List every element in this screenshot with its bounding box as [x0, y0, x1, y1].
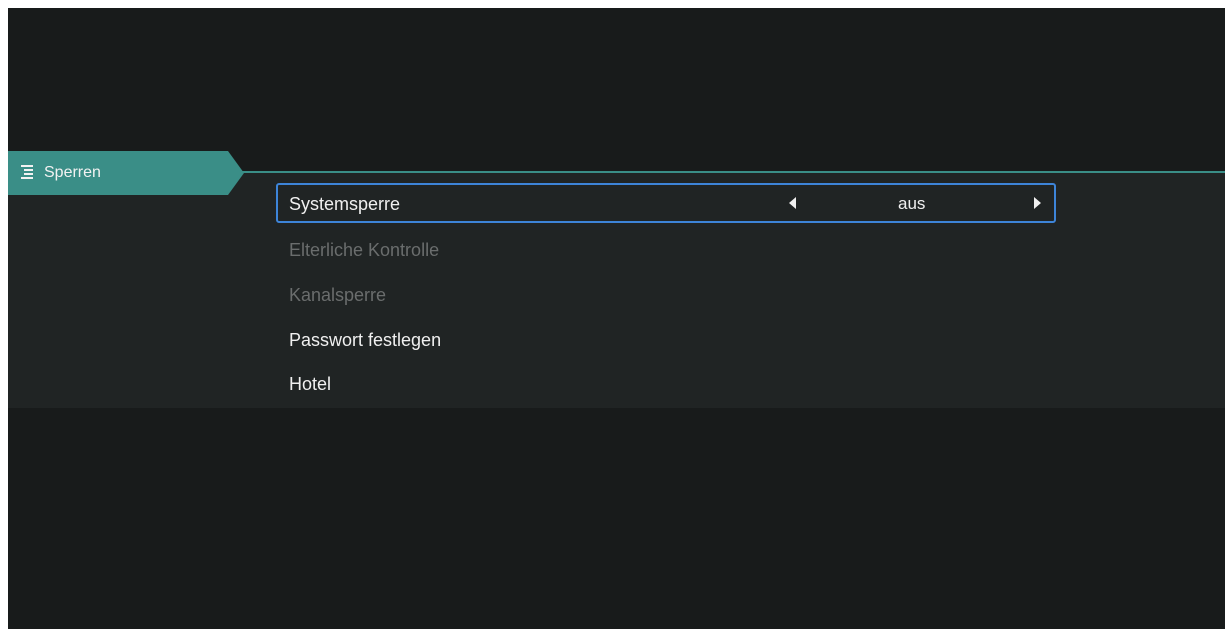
menu-item-systemsperre[interactable]: Systemsperre aus — [276, 183, 1056, 223]
section-title: Sperren — [44, 164, 101, 181]
menu-item-elterliche-kontrolle[interactable]: Elterliche Kontrolle — [276, 229, 1056, 269]
menu-item-label: Hotel — [289, 374, 332, 394]
menu-item-label: Kanalsperre — [289, 285, 387, 305]
accent-divider — [228, 171, 1225, 173]
arrow-left-icon[interactable] — [789, 197, 796, 209]
menu-item-label: Passwort festlegen — [289, 330, 442, 350]
menu-item-label: Elterliche Kontrolle — [289, 240, 440, 260]
menu-item-label: Systemsperre — [289, 194, 401, 214]
tv-settings-screen: Sperren Systemsperre aus Elterliche Kont… — [8, 8, 1225, 629]
menu-item-hotel[interactable]: Hotel — [276, 363, 1056, 403]
list-icon — [21, 165, 33, 179]
section-tab-sperren: Sperren — [8, 151, 244, 195]
menu-item-passwort-festlegen[interactable]: Passwort festlegen — [276, 319, 1056, 359]
menu-item-kanalsperre[interactable]: Kanalsperre — [276, 274, 1056, 314]
arrow-right-icon[interactable] — [1034, 197, 1041, 209]
option-value: aus — [898, 194, 926, 213]
